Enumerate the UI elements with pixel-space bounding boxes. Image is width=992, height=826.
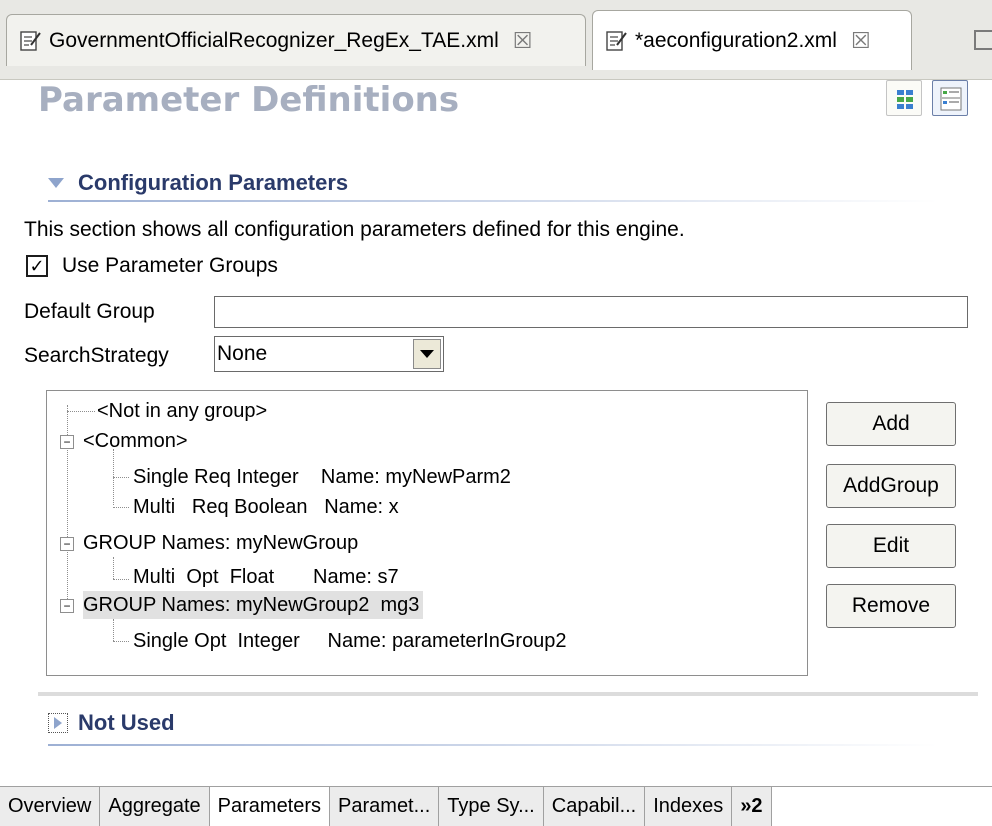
tab-type-system[interactable]: Type Sy... — [439, 787, 544, 826]
not-used-section-header[interactable]: Not Used — [48, 710, 175, 736]
grid-layout-icon — [897, 90, 913, 109]
section-description: This section shows all configuration par… — [24, 218, 685, 241]
tree-item-group-selected[interactable]: GROUP Names: myNewGroup2 mg3 — [83, 591, 424, 619]
section-divider — [38, 692, 978, 696]
tree-line — [113, 477, 129, 478]
tree-line — [113, 641, 129, 642]
use-parameter-groups-checkbox[interactable]: ✓ — [26, 255, 48, 277]
search-strategy-select[interactable]: None — [214, 336, 444, 372]
editor-tab-government-official-recognizer[interactable]: GovernmentOfficialRecognizer_RegEx_TAE.x… — [6, 14, 586, 66]
close-icon[interactable]: ☒ — [851, 28, 871, 54]
tree-line — [67, 439, 68, 611]
expand-icon — [48, 713, 68, 733]
xml-file-icon — [20, 30, 41, 51]
section-divider — [48, 200, 938, 202]
collapse-icon[interactable]: − — [60, 537, 74, 551]
collapse-icon[interactable]: − — [60, 599, 74, 613]
tab-capabilities[interactable]: Capabil... — [543, 787, 646, 826]
tree-line — [113, 557, 114, 579]
close-icon[interactable]: ☒ — [513, 28, 533, 54]
edit-button[interactable]: Edit — [826, 524, 956, 568]
tab-parameter-settings[interactable]: Paramet... — [330, 787, 440, 826]
toggle-layout-icon[interactable] — [886, 80, 922, 116]
tree-item-parameter[interactable]: Single Req Integer Name: myNewParm2 — [133, 463, 511, 491]
tree-line — [113, 619, 114, 641]
tab-indexes[interactable]: Indexes — [645, 787, 733, 826]
more-tabs-button[interactable]: »2 — [732, 787, 772, 826]
configuration-parameters-section-header[interactable]: Configuration Parameters — [48, 170, 348, 196]
search-strategy-value: None — [217, 342, 268, 365]
maximize-icon[interactable] — [974, 30, 992, 50]
collapse-icon[interactable]: − — [60, 435, 74, 449]
list-icon — [940, 87, 962, 111]
section-title: Configuration Parameters — [78, 170, 349, 195]
tree-item-group[interactable]: GROUP Names: myNewGroup — [83, 529, 358, 557]
default-group-input[interactable] — [214, 296, 968, 328]
tree-item-parameter[interactable]: Multi Req Boolean Name: x — [133, 493, 399, 521]
list-layout-icon[interactable] — [932, 80, 968, 116]
checkbox-label: Use Parameter Groups — [62, 254, 278, 277]
add-button[interactable]: Add — [826, 402, 956, 446]
search-strategy-label: SearchStrategy — [24, 344, 169, 367]
editor-tab-bar: GovernmentOfficialRecognizer_RegEx_TAE.x… — [0, 0, 992, 80]
tree-item-not-in-group[interactable]: <Not in any group> — [97, 397, 267, 425]
remove-button[interactable]: Remove — [826, 584, 956, 628]
tree-line — [113, 579, 129, 580]
add-group-button[interactable]: AddGroup — [826, 464, 956, 508]
dropdown-button[interactable] — [413, 339, 441, 369]
use-parameter-groups-option[interactable]: ✓ Use Parameter Groups — [26, 254, 278, 278]
page-title: Parameter Definitions — [38, 80, 460, 120]
tab-parameters[interactable]: Parameters — [209, 787, 331, 826]
editor-tab-label: *aeconfiguration2.xml — [635, 28, 837, 52]
tree-line — [67, 411, 95, 412]
editor-tab-label: GovernmentOfficialRecognizer_RegEx_TAE.x… — [49, 28, 499, 52]
chevron-down-icon — [420, 350, 434, 358]
tree-item-common[interactable]: <Common> — [83, 427, 188, 455]
tree-item-parameter[interactable]: Single Opt Integer Name: parameterInGrou… — [133, 627, 567, 655]
parameter-tree[interactable]: <Not in any group> − <Common> Single Req… — [46, 390, 808, 676]
section-title: Not Used — [78, 710, 175, 735]
tree-line — [113, 507, 129, 508]
tree-item-parameter[interactable]: Multi Opt Float Name: s7 — [133, 563, 399, 591]
editor-tab-aeconfiguration2[interactable]: *aeconfiguration2.xml ☒ — [592, 10, 912, 70]
section-divider — [48, 744, 938, 746]
collapse-icon — [48, 178, 64, 188]
tab-overview[interactable]: Overview — [0, 787, 101, 826]
page-tab-bar: Overview Aggregate Parameters Paramet...… — [0, 786, 992, 826]
default-group-label: Default Group — [24, 300, 155, 323]
xml-file-icon — [606, 30, 627, 51]
tab-aggregate[interactable]: Aggregate — [100, 787, 210, 826]
